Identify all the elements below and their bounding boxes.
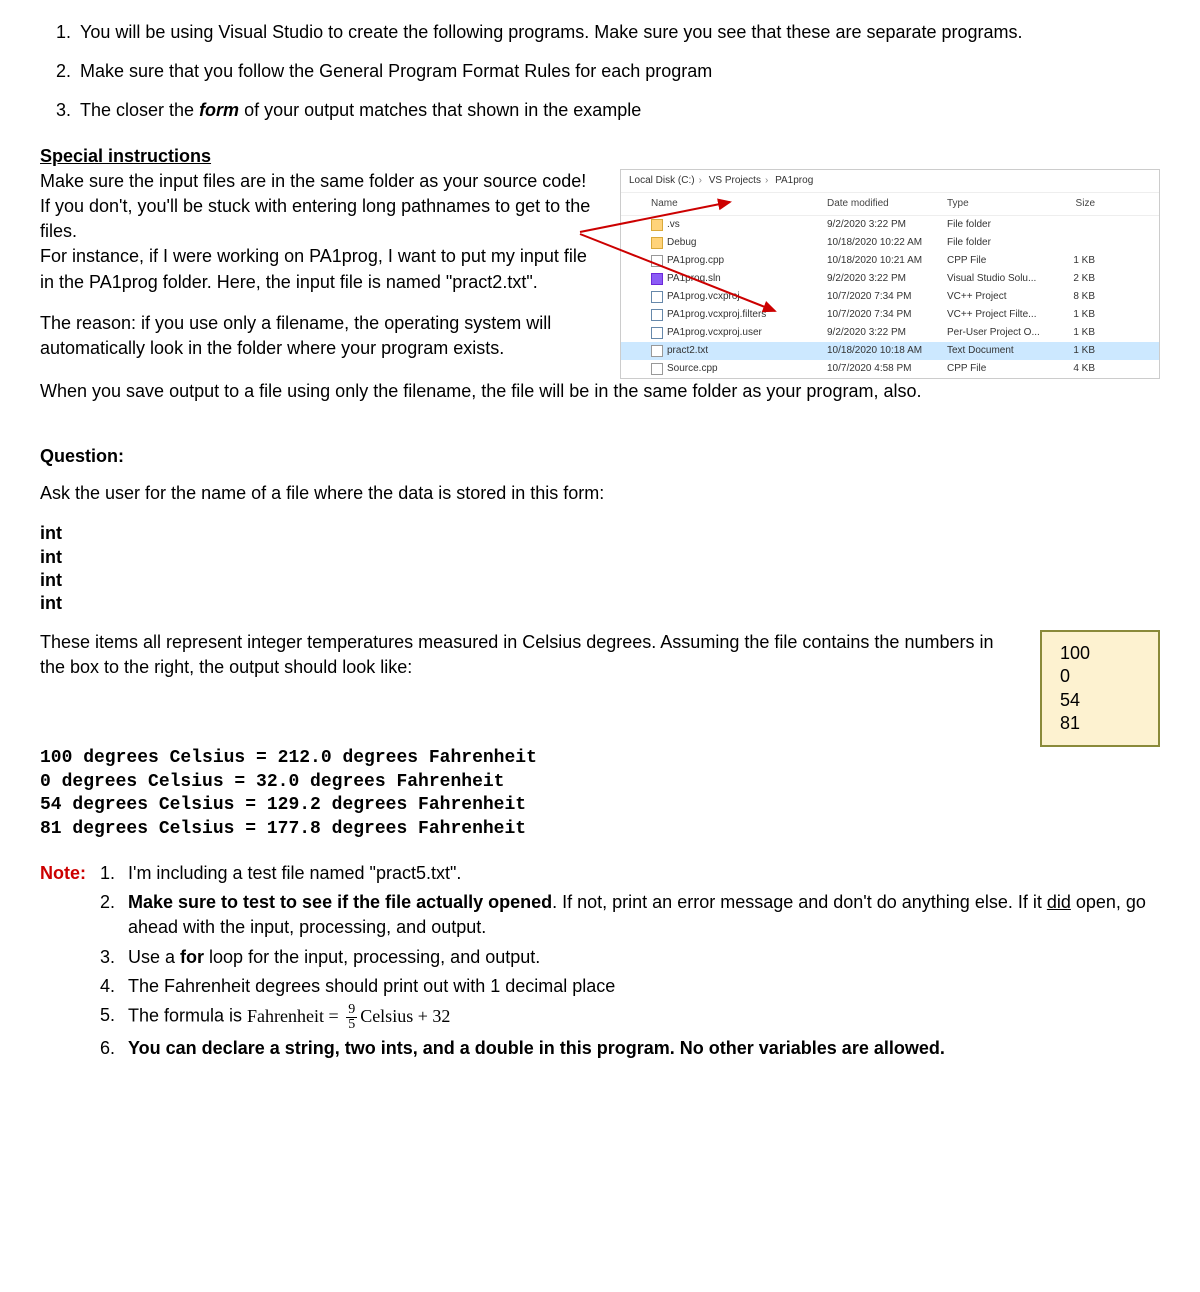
file-row: PA1prog.vcxproj.user9/2/2020 3:22 PMPer-… — [621, 324, 1159, 342]
sample-file-box: 10005481 — [1040, 630, 1160, 748]
special-p1: Make sure the input files are in the sam… — [40, 169, 600, 295]
special-instructions-title: Special instructions — [40, 144, 1160, 169]
intro-item-1: 1. You will be using Visual Studio to cr… — [40, 20, 1160, 45]
question-prompt: Ask the user for the name of a file wher… — [40, 481, 1160, 506]
expected-output: 100 degrees Celsius = 212.0 degrees Fahr… — [40, 747, 1160, 841]
special-p2: The reason: if you use only a filename, … — [40, 311, 600, 361]
note-item: 1.I'm including a test file named "pract… — [100, 861, 1160, 886]
note-list: 1.I'm including a test file named "pract… — [100, 861, 1160, 1065]
breadcrumb: Local Disk (C:)› VS Projects› PA1prog — [621, 170, 1159, 192]
arrow-bottom-icon — [580, 229, 780, 319]
question-desc: These items all represent integer temper… — [40, 630, 1010, 680]
proj-icon — [651, 327, 663, 339]
note-item: 5.The formula is Fahrenheit = 95Celsius … — [100, 1003, 1160, 1032]
note-item: 2.Make sure to test to see if the file a… — [100, 890, 1160, 940]
intro-numbered-list: 1. You will be using Visual Studio to cr… — [40, 20, 1160, 124]
note-item: 4.The Fahrenheit degrees should print ou… — [100, 974, 1160, 999]
intro-item-3: 3. The closer the form of your output ma… — [40, 98, 1160, 123]
file-explorer-screenshot: Local Disk (C:)› VS Projects› PA1prog Na… — [620, 169, 1160, 379]
special-p3: When you save output to a file using onl… — [40, 379, 1160, 404]
file-row: Source.cpp10/7/2020 4:58 PMCPP File4 KB — [621, 360, 1159, 378]
intro-item-2: 2. Make sure that you follow the General… — [40, 59, 1160, 84]
note-item: 6.You can declare a string, two ints, an… — [100, 1036, 1160, 1061]
file-icon — [651, 363, 663, 375]
note-item: 3.Use a for loop for the input, processi… — [100, 945, 1160, 970]
note-label: Note: — [40, 861, 100, 1065]
file-row: pract2.txt10/18/2020 10:18 AMText Docume… — [621, 342, 1159, 360]
file-icon — [651, 345, 663, 357]
type-list: intintintint — [40, 522, 1160, 616]
question-title: Question: — [40, 444, 1160, 469]
